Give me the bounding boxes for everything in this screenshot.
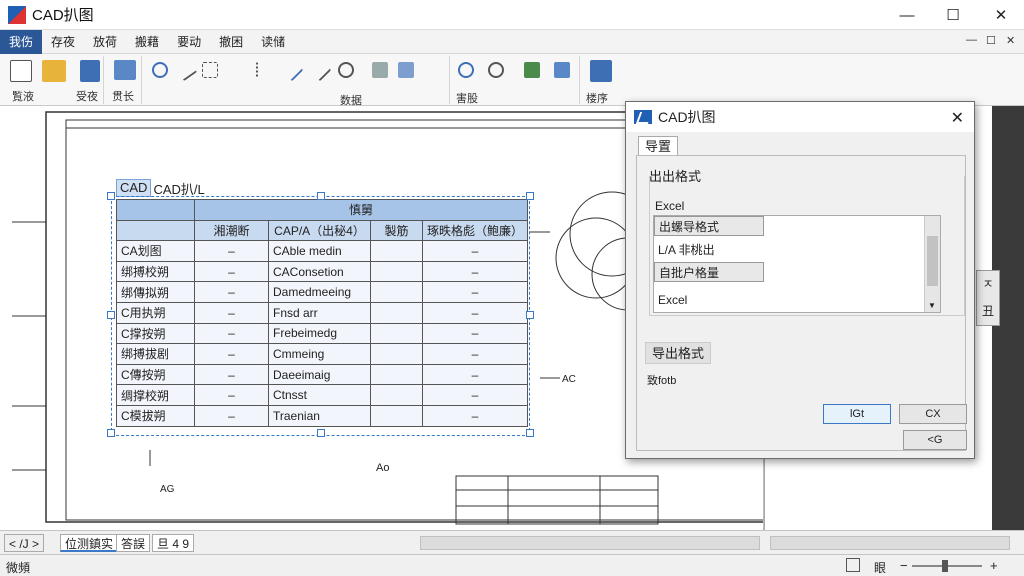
- resize-handle[interactable]: [526, 192, 534, 200]
- settings-icon[interactable]: [458, 62, 474, 78]
- table-icon[interactable]: [554, 62, 570, 78]
- status-bar: 微頻 眼 − +: [0, 554, 1024, 576]
- zoom-slider-thumb[interactable]: [942, 560, 948, 572]
- resize-handle[interactable]: [526, 311, 534, 319]
- sheet-nav[interactable]: < /J >: [4, 534, 45, 552]
- save-icon[interactable]: [80, 60, 100, 82]
- list-item[interactable]: L/A 非桃出: [654, 240, 764, 260]
- annotation-right: AC: [562, 374, 576, 385]
- minimize-button[interactable]: —: [884, 0, 930, 30]
- cad-label-a: CAD: [116, 179, 152, 197]
- resize-handle[interactable]: [526, 429, 534, 437]
- ribbon-group-file: 覧液 受夜: [4, 56, 104, 104]
- export-icon[interactable]: [524, 62, 540, 78]
- zoom-icon[interactable]: [152, 62, 168, 78]
- measure-tool-icon[interactable]: [308, 58, 332, 82]
- ribbon-group-data: 数据: [144, 56, 450, 107]
- tab-settings[interactable]: 导置: [638, 136, 679, 156]
- line-tool-icon[interactable]: [174, 58, 198, 82]
- resize-handle[interactable]: [317, 429, 325, 437]
- mdi-close-button[interactable]: ✕: [1006, 34, 1015, 47]
- menu-item-2[interactable]: 放荷: [84, 30, 126, 54]
- ok-button[interactable]: lGt: [823, 404, 891, 424]
- sheet-tab-0[interactable]: 位测鎮实: [60, 534, 119, 552]
- grid-toggle-icon[interactable]: [846, 558, 860, 572]
- help-button[interactable]: <G: [903, 430, 967, 450]
- menu-bar: 我伤 存夜 放荷 搬藉 要动 撤困 读储 — ☐ ✕: [0, 29, 1024, 54]
- status-text: 致fotb: [647, 375, 677, 387]
- scrollbar-thumb[interactable]: [927, 236, 938, 286]
- menu-item-3[interactable]: 搬藉: [126, 30, 168, 54]
- menu-item-1[interactable]: 存夜: [42, 30, 84, 54]
- sheet-tab-2[interactable]: 旦 4 9: [152, 534, 195, 552]
- window-title: CAD扒图: [32, 7, 94, 24]
- ribbon-group-output: 害股: [452, 56, 580, 105]
- format-list[interactable]: 出螺导格式 L/A 非桃出 自批户格量 Excel ▼: [653, 215, 941, 313]
- mdi-minimize-button[interactable]: —: [966, 34, 977, 46]
- dialog-logo-icon: [634, 110, 652, 124]
- close-button[interactable]: ✕: [978, 0, 1024, 30]
- export-format-button[interactable]: 导出格式: [645, 342, 712, 364]
- mdi-restore-button[interactable]: ☐: [986, 34, 996, 47]
- annotation-mid: Ao: [376, 462, 390, 474]
- copy-tool-icon[interactable]: [372, 62, 388, 78]
- cad-label: CAD CAD扒/L: [116, 178, 205, 198]
- sheet-tab-bar: < /J > 位测鎮实 答誤 旦 4 9: [0, 530, 1024, 554]
- ribbon-group-format: 贯长: [106, 56, 142, 104]
- search-icon[interactable]: [338, 62, 354, 78]
- target-icon[interactable]: [488, 62, 504, 78]
- status-left: 微頻: [6, 561, 31, 575]
- cancel-button[interactable]: CX: [899, 404, 967, 424]
- snap-tool-icon[interactable]: [256, 62, 272, 78]
- side-toolbar: ㅈ 丑: [976, 270, 1000, 326]
- side-button-0[interactable]: ㅈ: [977, 275, 999, 292]
- tab-panel: 出出格式 Excel 出螺导格式 L/A 非桃出 自批户格量 Excel ▼ 导…: [636, 155, 967, 451]
- sheet-tab-1[interactable]: 答誤: [116, 534, 151, 552]
- selection-box[interactable]: [111, 196, 530, 436]
- horizontal-scrollbar[interactable]: [420, 536, 760, 550]
- annotation-left: AG: [160, 484, 175, 495]
- scroll-down-icon[interactable]: ▼: [928, 301, 936, 310]
- dialog-close-button[interactable]: ✕: [951, 108, 964, 128]
- resize-handle[interactable]: [107, 429, 115, 437]
- app-logo-icon: [8, 5, 26, 24]
- title-bar: CAD扒图 — ☐ ✕: [0, 0, 1024, 30]
- layer-tool-icon[interactable]: [398, 62, 414, 78]
- ribbon-label-6: 楼序: [586, 93, 608, 105]
- list-scrollbar[interactable]: ▼: [924, 216, 940, 312]
- status-right-label: 眼: [874, 561, 887, 575]
- zoom-in-icon[interactable]: +: [990, 558, 998, 573]
- resize-handle[interactable]: [107, 192, 115, 200]
- cad-label-b: CAD扒/L: [153, 181, 205, 197]
- dialog-title: CAD扒图: [658, 109, 716, 125]
- resize-handle[interactable]: [107, 311, 115, 319]
- export-dialog: CAD扒图 ✕ 导置 出出格式 Excel 出螺导格式 L/A 非桃出 自批户格…: [625, 101, 975, 459]
- menu-item-5[interactable]: 撤困: [210, 30, 252, 54]
- new-file-icon[interactable]: [10, 60, 32, 82]
- menu-item-6[interactable]: 读储: [252, 30, 294, 54]
- format-icon[interactable]: [114, 60, 136, 80]
- list-item[interactable]: 自批户格量: [654, 262, 764, 282]
- ribbon-label-3: 贯长: [112, 91, 134, 103]
- select-tool-icon[interactable]: [202, 62, 218, 78]
- resize-handle[interactable]: [317, 192, 325, 200]
- sort-icon[interactable]: [590, 60, 612, 82]
- ribbon-label-1: 覧液: [12, 91, 34, 103]
- pen-tool-icon[interactable]: [280, 58, 304, 82]
- zoom-out-icon[interactable]: −: [900, 558, 908, 573]
- menu-item-4[interactable]: 要动: [168, 30, 210, 54]
- excel-label: Excel: [655, 199, 685, 213]
- dialog-title-bar: CAD扒图 ✕: [626, 102, 974, 132]
- ribbon-group-sort: 楼序: [582, 56, 622, 105]
- ribbon-label-2: 受夜: [76, 91, 98, 103]
- menu-item-0[interactable]: 我伤: [0, 29, 43, 54]
- maximize-button[interactable]: ☐: [930, 0, 976, 30]
- open-folder-icon[interactable]: [42, 60, 66, 82]
- horizontal-scrollbar-right[interactable]: [770, 536, 1010, 550]
- list-item[interactable]: Excel: [654, 290, 764, 310]
- side-button-1[interactable]: 丑: [977, 302, 999, 319]
- ribbon-toolbar: 覧液 受夜 贯长 数据 害股 楼序: [0, 54, 1024, 107]
- list-item[interactable]: 出螺导格式: [654, 216, 764, 236]
- ribbon-label-5: 害股: [456, 93, 478, 105]
